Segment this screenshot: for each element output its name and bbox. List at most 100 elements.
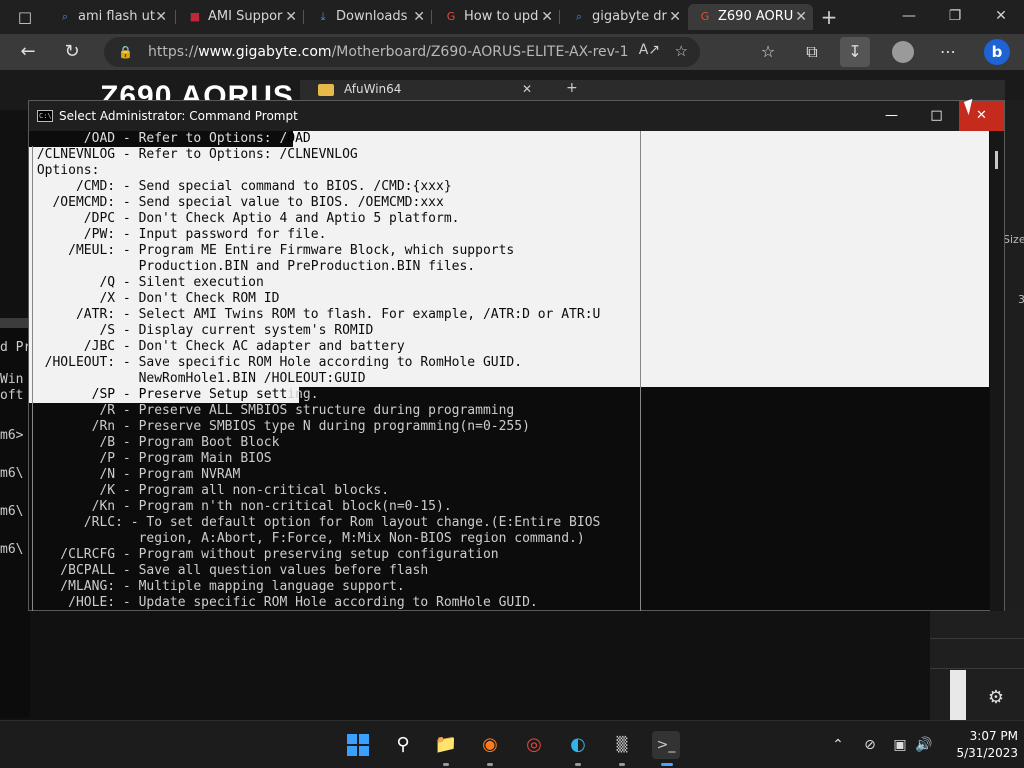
explorer-tab-title[interactable]: AfuWin64 [344, 82, 401, 96]
cmd-output-line: /Rn - Preserve SMBIOS type N during prog… [29, 419, 530, 434]
cmd-output-area[interactable]: /OAD - Refer to Options: /OAD /CLNEVNLOG… [29, 131, 989, 611]
cmd-output-line: /K - Program all non-critical blocks. [29, 483, 390, 498]
profile-avatar[interactable] [892, 41, 914, 63]
background-console-line: m6\ [0, 542, 24, 557]
command-prompt-window: C:\ Select Administrator: Command Prompt… [28, 100, 1005, 611]
more-options-icon[interactable]: ⋯ [936, 40, 960, 64]
display-icon[interactable]: ▣ [890, 735, 910, 755]
network-icon[interactable]: ⊘ [860, 735, 880, 755]
file-explorer-window: AfuWin64 ✕ + [300, 80, 1005, 102]
cmd-maximize-button[interactable]: □ [914, 101, 959, 131]
refresh-button[interactable]: ↻ [58, 38, 86, 66]
explorer-tab-close-icon[interactable]: ✕ [522, 82, 532, 96]
cmd-output-line: /OAD - Refer to Options: /OAD [29, 131, 311, 146]
background-console-line: m6\ [0, 466, 24, 481]
background-console-line: oft [0, 388, 24, 403]
cmd-output-line: /BCPALL - Save all question values befor… [29, 563, 429, 578]
collections-icon[interactable]: ⧉ [800, 40, 824, 64]
cmd-output-line: /Kn - Program n'th non-critical block(n=… [29, 499, 452, 514]
browser-tab[interactable]: G Z690 AORU ✕ [688, 4, 813, 30]
cmd-output-line: Production.BIN and PreProduction.BIN fil… [29, 259, 476, 274]
search-icon: ⌕ [575, 10, 583, 23]
cmd-output-line: /MLANG: - Multiple mapping language supp… [29, 579, 405, 594]
cmd-output-line: /PW: - Input password for file. [29, 227, 327, 242]
tab-label: How to upd [464, 9, 539, 24]
url-text: https://www.gigabyte.com/Motherboard/Z69… [148, 44, 628, 60]
tab-close-icon[interactable]: ✕ [413, 4, 425, 30]
gear-icon[interactable]: ⚙ [984, 686, 1008, 710]
tab-close-icon[interactable]: ✕ [669, 4, 681, 30]
browser-tab[interactable]: ⌕ ami flash ut ✕ [48, 4, 173, 30]
cmd-scrollbar[interactable] [990, 131, 1004, 611]
cmd-output-line: /X - Don't Check ROM ID [29, 291, 280, 306]
tab-close-icon[interactable]: ✕ [795, 4, 807, 30]
cmd-output-line: /ATR: - Select AMI Twins ROM to flash. F… [29, 307, 601, 322]
add-favorite-icon[interactable]: ☆ [675, 42, 688, 60]
tab-label: Z690 AORU [718, 9, 794, 24]
browser-restore-button[interactable]: ❐ [932, 2, 978, 30]
search-icon[interactable]: ⚲ [389, 731, 417, 759]
explorer-side-panel [1005, 100, 1024, 620]
downloads-button[interactable]: ↧ [840, 37, 870, 67]
tab-label: AMI Suppor [208, 9, 283, 24]
background-scrollbar[interactable] [950, 670, 966, 720]
browser-minimize-button[interactable]: — [886, 2, 932, 30]
tab-close-icon[interactable]: ✕ [155, 4, 167, 30]
terminal-icon[interactable]: ▒ [608, 731, 636, 759]
firefox-icon[interactable]: ◉ [476, 731, 504, 759]
volume-icon[interactable]: 🔊 [914, 735, 934, 755]
cmd-scrollbar-thumb[interactable] [995, 151, 998, 169]
new-tab-button[interactable]: + [818, 6, 840, 28]
read-aloud-icon[interactable]: A↗ [639, 42, 660, 58]
browser-tab[interactable]: ⤓ Downloads ✕ [306, 4, 431, 30]
gigabyte-icon: G [446, 10, 456, 23]
tab-close-icon[interactable]: ✕ [285, 4, 297, 30]
tab-label: Downloads [336, 9, 408, 24]
cmd-output-line: /JBC - Don't Check AC adapter and batter… [29, 339, 405, 354]
tab-label: ami flash ut [78, 9, 156, 24]
favorites-icon[interactable]: ☆ [756, 40, 780, 64]
browser-close-button[interactable]: ✕ [978, 2, 1024, 30]
cmd-title-bar[interactable]: C:\ Select Administrator: Command Prompt… [29, 101, 1004, 131]
clock[interactable]: 3:07 PM 5/31/2023 [932, 728, 1018, 762]
command-prompt-icon[interactable]: >_ [652, 731, 680, 759]
cmd-output-line: /S - Display current system's ROMID [29, 323, 374, 338]
back-button[interactable]: ← [14, 38, 42, 66]
file-explorer-icon[interactable]: 📁 [432, 731, 460, 759]
cmd-output-line: /N - Program NVRAM [29, 467, 241, 482]
search-icon: ⌕ [61, 10, 69, 23]
edge-icon[interactable]: ◐ [564, 731, 592, 759]
explorer-new-tab-icon[interactable]: + [566, 80, 578, 96]
tab-actions-icon[interactable]: □ [14, 6, 36, 28]
cmd-app-icon: C:\ [37, 110, 53, 122]
cmd-output-line: /CMD: - Send special command to BIOS. /C… [29, 179, 452, 194]
cmd-output-line: /R - Preserve ALL SMBIOS structure durin… [29, 403, 515, 418]
windows-start-button[interactable] [344, 731, 372, 759]
cmd-output-line: /Q - Silent execution [29, 275, 264, 290]
background-console: d PromptWinoftm6>m6\m6\m6\ [0, 318, 63, 718]
chrome-icon[interactable]: ◎ [520, 731, 548, 759]
browser-tab-bar: □ ⌕ ami flash ut ✕ ■ AMI Suppor ✕ ⤓ Downloads ✕ G… [0, 0, 1024, 34]
bing-chat-icon[interactable]: b [984, 39, 1010, 65]
cmd-output-line: Options: [29, 163, 100, 178]
tab-close-icon[interactable]: ✕ [541, 4, 553, 30]
browser-tab[interactable]: G How to upd ✕ [434, 4, 559, 30]
cmd-output-line: /RLC: - To set default option for Rom la… [29, 515, 601, 530]
background-console-line: m6\ [0, 504, 24, 519]
url-field[interactable]: 🔒 https://www.gigabyte.com/Motherboard/Z… [104, 37, 700, 67]
size-column-header[interactable]: Size [1003, 233, 1024, 246]
cmd-output-line: /HOLEOUT: - Save specific ROM Hole accor… [29, 355, 523, 370]
background-pane [930, 610, 1024, 720]
size-value: 3 [1018, 293, 1024, 306]
cmd-minimize-button[interactable]: — [869, 101, 914, 131]
cmd-output-line: /B - Program Boot Block [29, 435, 280, 450]
cmd-output-line: /CLNEVNLOG - Refer to Options: /CLNEVNLO… [29, 147, 358, 162]
cmd-output-line: /OEMCMD: - Send special value to BIOS. /… [29, 195, 444, 210]
chevron-up-icon[interactable]: ⌃ [828, 735, 848, 755]
browser-tab[interactable]: ■ AMI Suppor ✕ [178, 4, 303, 30]
address-bar: ← ↻ 🔒 https://www.gigabyte.com/Motherboa… [0, 34, 1024, 70]
taskbar: ⚲ 📁 ◉ ◎ ◐ ▒ >_ ⌃ ⊘ ▣ 🔊 3:07 PM 5/31/2023 [0, 720, 1024, 768]
ami-icon: ■ [189, 10, 201, 23]
background-console-titlebar [0, 318, 30, 328]
browser-tab[interactable]: ⌕ gigabyte dr ✕ [562, 4, 687, 30]
